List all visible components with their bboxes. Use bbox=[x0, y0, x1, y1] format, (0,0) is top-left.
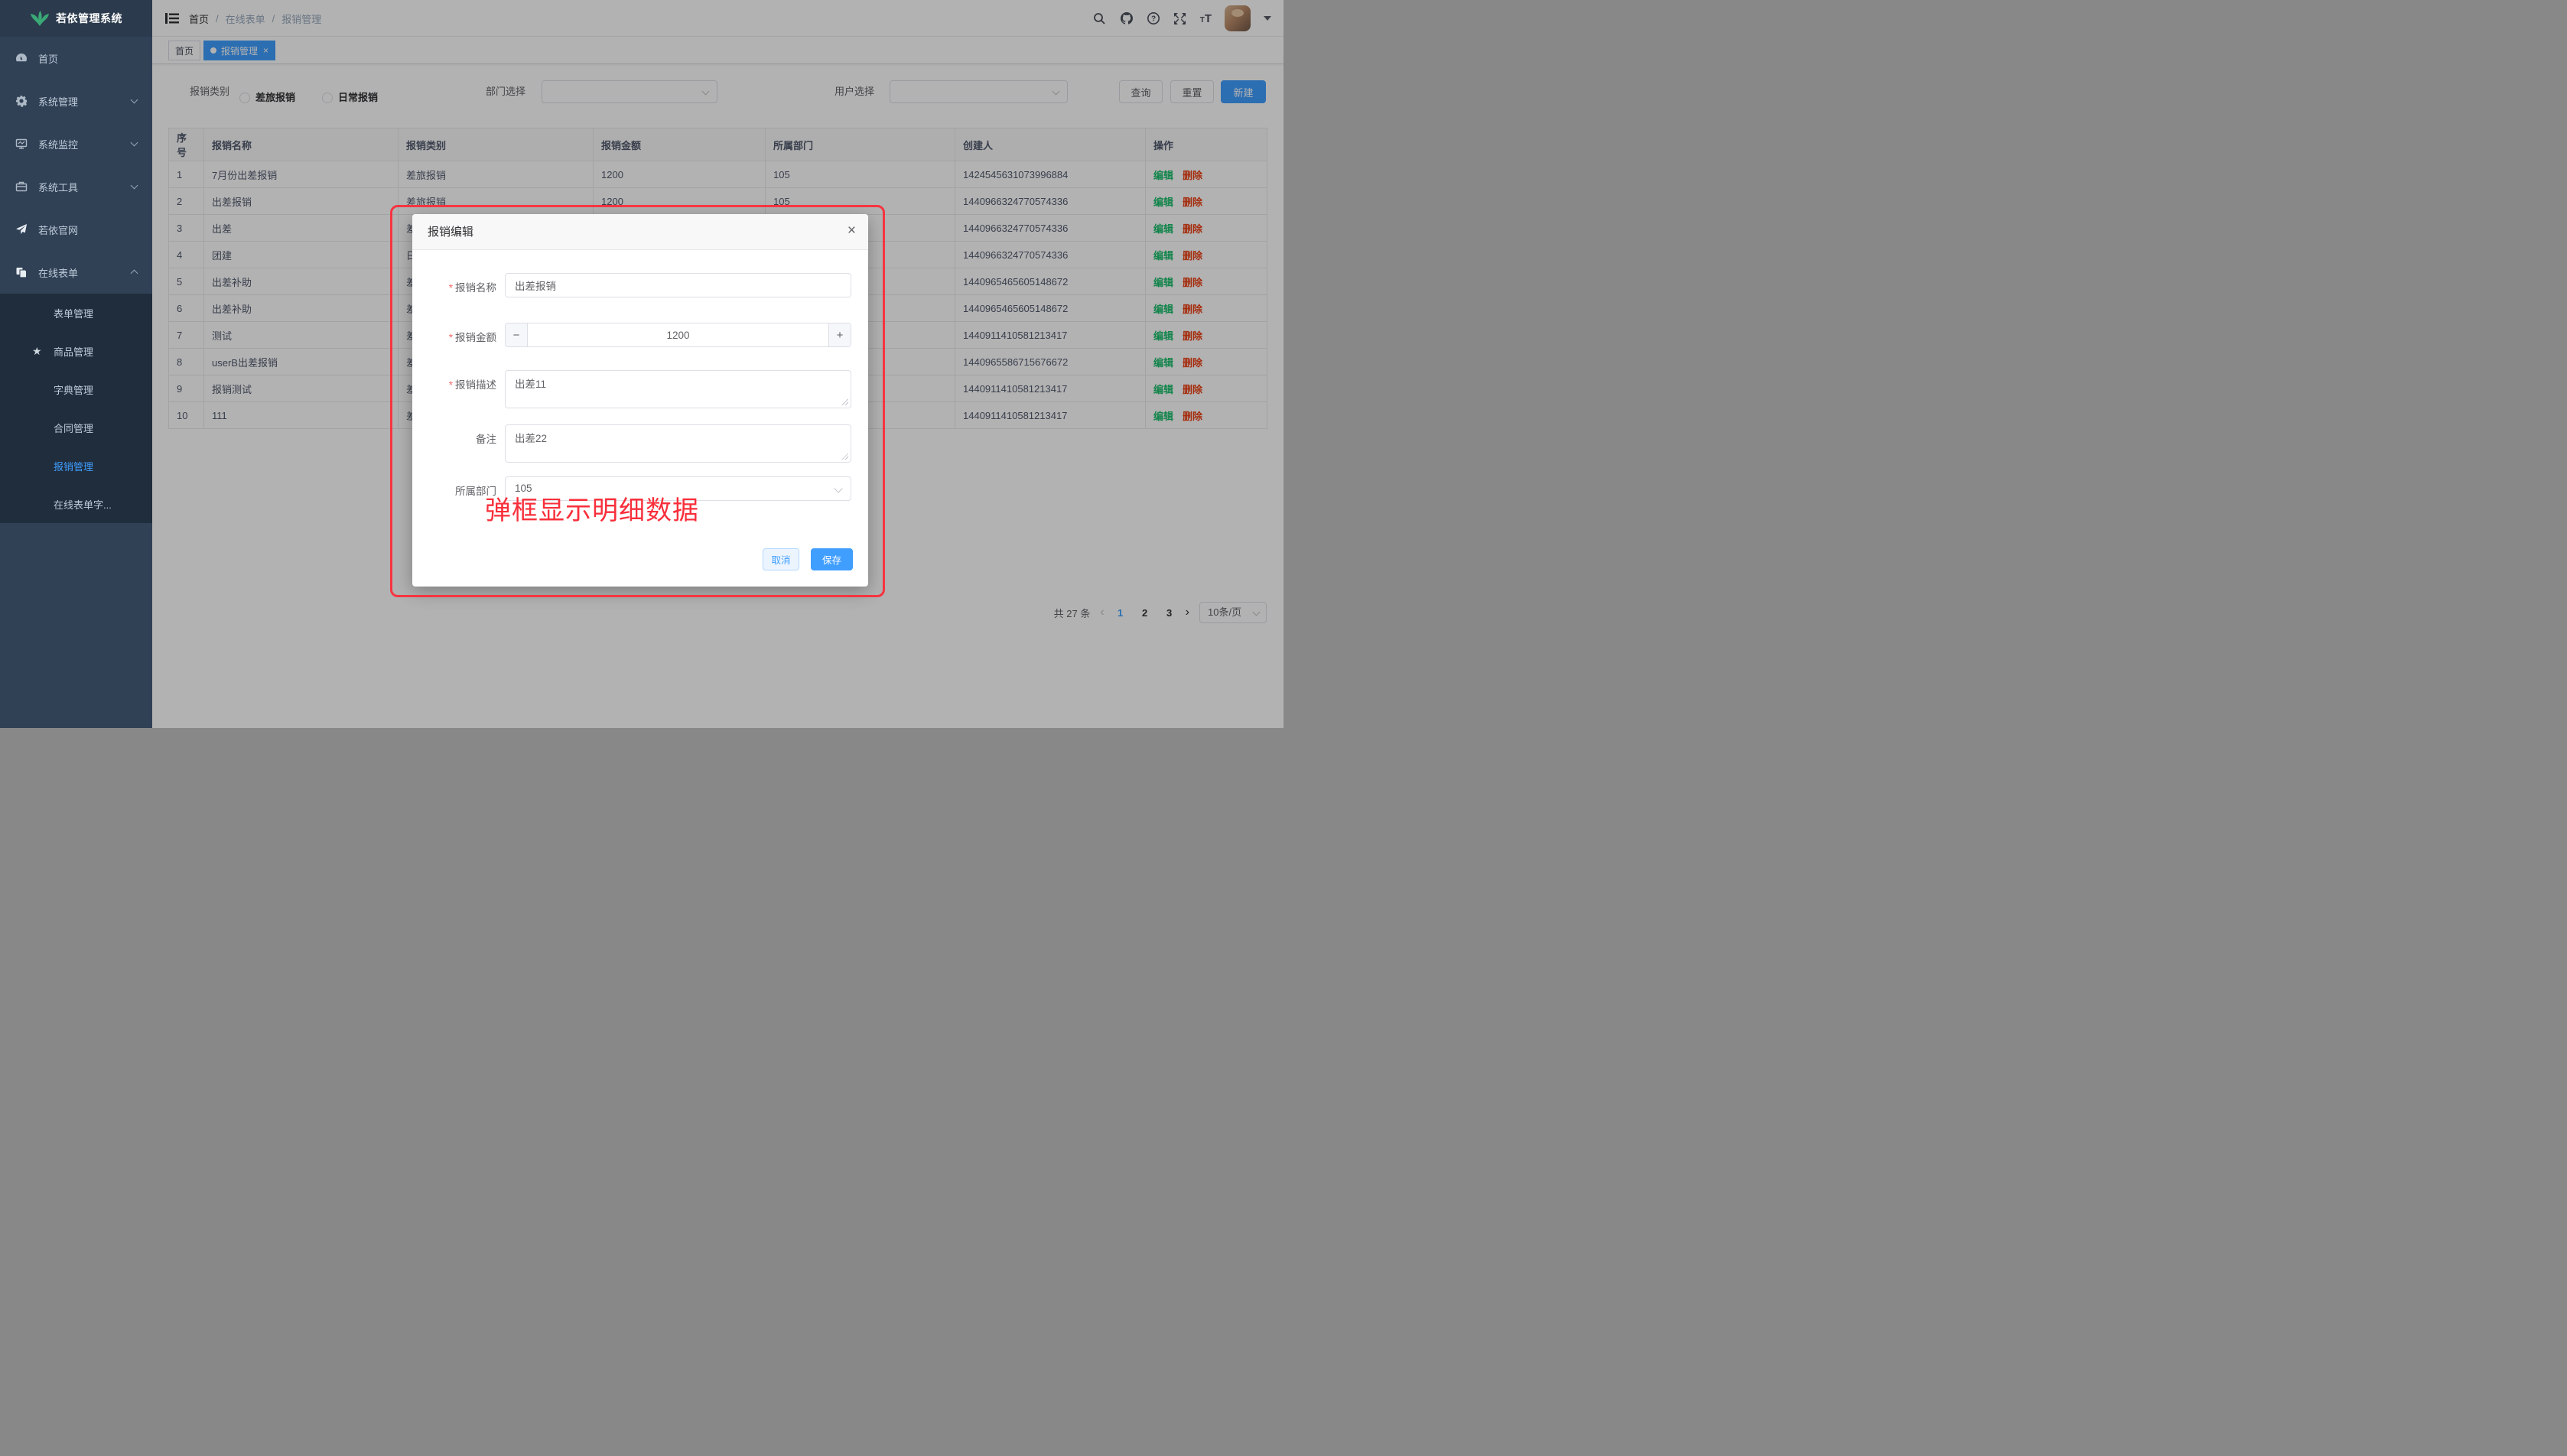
chevron-down-icon bbox=[131, 96, 138, 104]
submenu-item-label: 在线表单字... bbox=[54, 497, 112, 512]
amount-stepper: − + bbox=[505, 323, 851, 347]
amount-field-label: 报销金额 bbox=[455, 332, 496, 343]
stepper-minus-button[interactable]: − bbox=[506, 323, 528, 346]
submenu-item-1[interactable]: ★ 商品管理 bbox=[0, 332, 152, 370]
desc-field-label: 报销描述 bbox=[455, 379, 496, 391]
sidebar-submenu: 表单管理 ★ 商品管理字典管理合同管理报销管理在线表单字... bbox=[0, 294, 152, 523]
sidebar-item-label: 在线表单 bbox=[38, 265, 78, 280]
sidebar: 若依管理系统 首页系统管理系统监控系统工具若依官网在线表单表单管理 ★ 商品管理字典… bbox=[0, 0, 152, 728]
required-asterisk: * bbox=[449, 282, 453, 294]
submenu-item-label: 字典管理 bbox=[54, 382, 93, 397]
name-field-label: 报销名称 bbox=[455, 282, 496, 294]
documents-icon bbox=[15, 266, 28, 278]
submenu-item-label: 报销管理 bbox=[54, 459, 93, 473]
logo[interactable]: 若依管理系统 bbox=[0, 0, 152, 37]
submenu-item-label: 表单管理 bbox=[54, 306, 93, 320]
sidebar-item-3[interactable]: 系统工具 bbox=[0, 165, 152, 208]
sidebar-item-label: 若依官网 bbox=[38, 223, 78, 237]
required-asterisk: * bbox=[449, 332, 453, 343]
annotation-text: 弹框显示明细数据 bbox=[485, 489, 699, 527]
expense-name-input[interactable] bbox=[505, 273, 851, 297]
chevron-up-icon bbox=[131, 270, 138, 278]
expense-desc-textarea[interactable]: 出差11 bbox=[505, 370, 851, 408]
submenu-item-label: 合同管理 bbox=[54, 421, 93, 435]
chevron-down-icon bbox=[131, 182, 138, 190]
stepper-plus-button[interactable]: + bbox=[828, 323, 851, 346]
sidebar-item-1[interactable]: 系统管理 bbox=[0, 80, 152, 122]
logo-leaf-icon bbox=[30, 10, 50, 27]
save-button[interactable]: 保存 bbox=[811, 548, 853, 570]
sidebar-item-label: 系统管理 bbox=[38, 94, 78, 109]
star-icon: ★ bbox=[32, 345, 42, 358]
sidebar-menu: 首页系统管理系统监控系统工具若依官网在线表单表单管理 ★ 商品管理字典管理合同管理报… bbox=[0, 37, 152, 523]
submenu-item-0[interactable]: 表单管理 bbox=[0, 294, 152, 332]
submenu-item-3[interactable]: 合同管理 bbox=[0, 408, 152, 447]
paper-plane-icon bbox=[15, 223, 28, 236]
monitor-icon bbox=[15, 138, 28, 150]
dialog-title: 报销编辑 bbox=[428, 214, 473, 250]
required-asterisk: * bbox=[449, 379, 453, 391]
submenu-item-5[interactable]: 在线表单字... bbox=[0, 485, 152, 523]
sidebar-item-label: 系统监控 bbox=[38, 137, 78, 151]
submenu-item-2[interactable]: 字典管理 bbox=[0, 370, 152, 408]
toolbox-icon bbox=[15, 180, 28, 193]
gear-icon bbox=[15, 95, 28, 107]
sidebar-item-5[interactable]: 在线表单 bbox=[0, 251, 152, 294]
app-root: 若依管理系统 首页系统管理系统监控系统工具若依官网在线表单表单管理 ★ 商品管理字典… bbox=[0, 0, 1284, 728]
submenu-item-4[interactable]: 报销管理 bbox=[0, 447, 152, 485]
dialog-close-icon[interactable]: × bbox=[848, 223, 856, 238]
chevron-down-icon bbox=[834, 484, 842, 492]
dashboard-icon bbox=[15, 52, 28, 64]
chevron-down-icon bbox=[131, 139, 138, 147]
sidebar-item-2[interactable]: 系统监控 bbox=[0, 122, 152, 165]
sidebar-item-0[interactable]: 首页 bbox=[0, 37, 152, 80]
expense-amount-input[interactable] bbox=[528, 323, 828, 346]
expense-edit-dialog: 报销编辑 × *报销名称 *报销金额 − + *报销描述 出差11 备注 出差2… bbox=[412, 214, 868, 587]
dialog-header: 报销编辑 × bbox=[412, 214, 868, 250]
remark-textarea[interactable]: 出差22 bbox=[505, 424, 851, 463]
submenu-item-label: 商品管理 bbox=[54, 344, 93, 359]
sidebar-item-4[interactable]: 若依官网 bbox=[0, 208, 152, 251]
sidebar-item-label: 系统工具 bbox=[38, 180, 78, 194]
app-title: 若依管理系统 bbox=[56, 11, 122, 26]
sidebar-item-label: 首页 bbox=[38, 51, 58, 66]
cancel-button[interactable]: 取消 bbox=[763, 548, 799, 570]
remark-field-label: 备注 bbox=[476, 434, 496, 445]
